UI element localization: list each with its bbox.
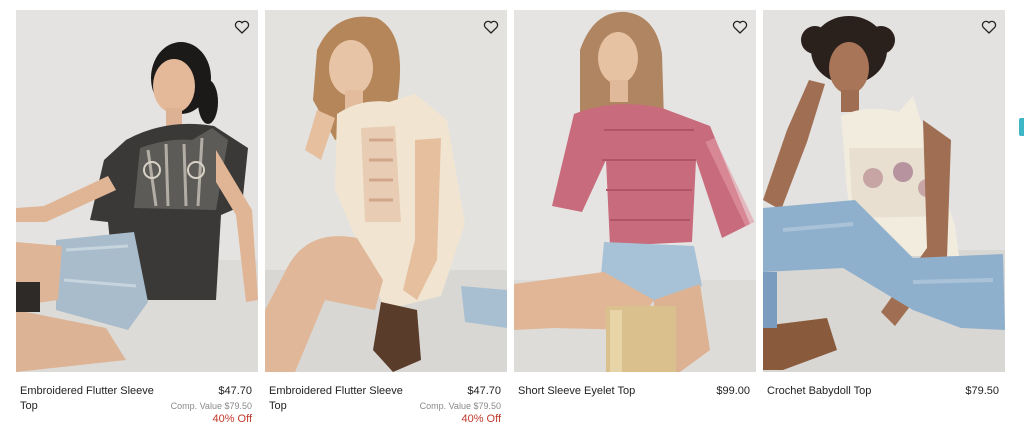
side-tab-edge[interactable] bbox=[1019, 118, 1024, 136]
product-name[interactable]: Embroidered Flutter Sleeve Top bbox=[269, 384, 409, 414]
product-name[interactable]: Short Sleeve Eyelet Top bbox=[518, 384, 688, 399]
discount-badge: 40% Off bbox=[212, 413, 252, 425]
heart-outline-icon[interactable] bbox=[483, 19, 499, 35]
sale-price: $47.70 bbox=[218, 385, 252, 397]
comp-value: Comp. Value $79.50 bbox=[420, 400, 501, 412]
product-image[interactable] bbox=[16, 10, 258, 372]
heart-outline-icon[interactable] bbox=[234, 19, 250, 35]
sale-price: $47.70 bbox=[467, 385, 501, 397]
sale-price: $79.50 bbox=[965, 385, 999, 397]
comp-value-label: Comp. Value bbox=[419, 401, 471, 411]
product-image[interactable] bbox=[265, 10, 507, 372]
product-grid: Embroidered Flutter Sleeve Top $47.70 Co… bbox=[16, 10, 1006, 426]
comp-value: Comp. Value $79.50 bbox=[171, 400, 252, 412]
product-card[interactable]: Short Sleeve Eyelet Top $99.00 bbox=[514, 10, 756, 426]
product-card[interactable]: Crochet Babydoll Top $79.50 bbox=[763, 10, 1005, 426]
comp-value-amount: $79.50 bbox=[224, 401, 252, 411]
product-name[interactable]: Crochet Babydoll Top bbox=[767, 384, 937, 399]
product-card[interactable]: Embroidered Flutter Sleeve Top $47.70 Co… bbox=[16, 10, 258, 426]
comp-value-amount: $79.50 bbox=[473, 401, 501, 411]
discount-badge: 40% Off bbox=[461, 413, 501, 425]
sale-price: $99.00 bbox=[716, 385, 750, 397]
product-image[interactable] bbox=[763, 10, 1005, 372]
product-card[interactable]: Embroidered Flutter Sleeve Top $47.70 Co… bbox=[265, 10, 507, 426]
product-image[interactable] bbox=[514, 10, 756, 372]
comp-value-label: Comp. Value bbox=[170, 401, 222, 411]
product-name[interactable]: Embroidered Flutter Sleeve Top bbox=[20, 384, 160, 414]
heart-outline-icon[interactable] bbox=[981, 19, 997, 35]
heart-outline-icon[interactable] bbox=[732, 19, 748, 35]
